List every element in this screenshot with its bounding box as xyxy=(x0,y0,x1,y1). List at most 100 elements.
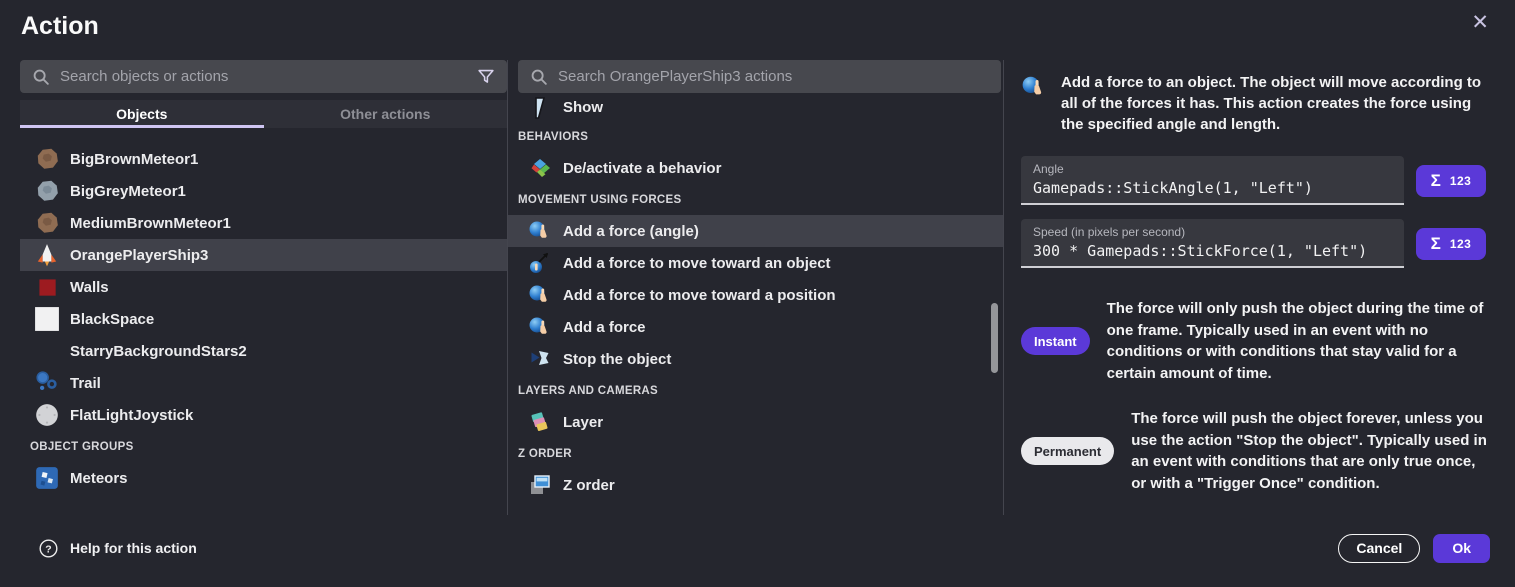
object-item-label: Trail xyxy=(70,375,101,392)
object-item-label: FlatLightJoystick xyxy=(70,407,193,424)
action-item-label: Add a force (angle) xyxy=(563,223,699,240)
joystick-icon xyxy=(34,402,60,428)
meteor-brown-icon xyxy=(34,146,60,172)
speed-field[interactable]: Speed (in pixels per second) 300 * Gamep… xyxy=(1021,219,1404,268)
action-item[interactable]: Add a force (angle) xyxy=(508,215,1003,247)
action-item[interactable]: Z order xyxy=(508,469,1003,501)
action-item[interactable]: Layer xyxy=(508,406,1003,438)
section-header: Z ORDER xyxy=(508,438,1003,469)
speed-field-row: Speed (in pixels per second) 300 * Gamep… xyxy=(1021,219,1495,268)
objects-search-input[interactable] xyxy=(60,68,475,85)
scrollbar-thumb[interactable] xyxy=(991,303,998,373)
panels-container: Objects Other actions BigBrownMeteor1Big… xyxy=(20,60,1495,515)
action-item[interactable]: Show xyxy=(508,94,1003,121)
filter-icon[interactable] xyxy=(475,66,497,88)
trail-icon xyxy=(34,370,60,396)
close-icon[interactable]: ✕ xyxy=(1471,12,1489,33)
permanent-badge: Permanent xyxy=(1021,437,1114,465)
tab-other-actions[interactable]: Other actions xyxy=(264,100,508,128)
object-item-label: MediumBrownMeteor1 xyxy=(70,215,231,232)
help-label: Help for this action xyxy=(70,540,197,556)
tab-objects[interactable]: Objects xyxy=(20,100,264,128)
actions-search-input[interactable] xyxy=(558,68,991,85)
angle-field-label: Angle xyxy=(1033,162,1392,176)
permanent-note-row: Permanent The force will push the object… xyxy=(1021,408,1491,494)
objects-panel: Objects Other actions BigBrownMeteor1Big… xyxy=(20,60,507,515)
rocket-icon xyxy=(34,242,60,268)
actions-panel: ShowBEHAVIORSDe/activate a behaviorMOVEM… xyxy=(507,60,1004,515)
cancel-button[interactable]: Cancel xyxy=(1338,534,1420,563)
action-item-label: Add a force to move toward an object xyxy=(563,255,831,272)
action-item-label: Show xyxy=(563,99,603,116)
action-item[interactable]: Add a force xyxy=(508,311,1003,343)
action-item-label: De/activate a behavior xyxy=(563,160,721,177)
add-force-icon xyxy=(1021,74,1047,100)
object-item-label: Meteors xyxy=(70,470,128,487)
blank-icon xyxy=(34,338,60,364)
action-list: ShowBEHAVIORSDe/activate a behaviorMOVEM… xyxy=(508,94,1003,501)
numbers-icon: 123 xyxy=(1450,174,1472,188)
section-header: BEHAVIORS xyxy=(508,121,1003,152)
behavior-icon xyxy=(528,156,552,180)
section-header: OBJECT GROUPS xyxy=(20,431,507,462)
object-item[interactable]: Meteors xyxy=(20,462,507,494)
actions-search-bar xyxy=(518,60,1001,93)
ok-button[interactable]: Ok xyxy=(1433,534,1490,563)
force-icon xyxy=(528,315,552,339)
svg-text:?: ? xyxy=(45,543,51,555)
search-icon xyxy=(528,66,550,88)
help-link[interactable]: ? Help for this action xyxy=(38,538,197,559)
action-item-label: Add a force xyxy=(563,319,646,336)
dialog-footer: ? Help for this action Cancel Ok xyxy=(0,515,1515,587)
square-white-icon xyxy=(34,306,60,332)
angle-field[interactable]: Angle Gamepads::StickAngle(1, "Left") xyxy=(1021,156,1404,205)
sigma-icon: Σ xyxy=(1431,171,1441,191)
action-item-label: Stop the object xyxy=(563,351,671,368)
object-item[interactable]: FlatLightJoystick xyxy=(20,399,507,431)
object-item[interactable]: BigGreyMeteor1 xyxy=(20,175,507,207)
speed-field-label: Speed (in pixels per second) xyxy=(1033,225,1392,239)
footer-buttons: Cancel Ok xyxy=(1338,534,1490,563)
angle-expression-button[interactable]: Σ 123 xyxy=(1416,165,1486,197)
action-item-label: Z order xyxy=(563,477,615,494)
object-item[interactable]: BlackSpace xyxy=(20,303,507,335)
object-item[interactable]: OrangePlayerShip3 xyxy=(20,239,507,271)
permanent-note-text: The force will push the object forever, … xyxy=(1131,408,1491,494)
angle-field-row: Angle Gamepads::StickAngle(1, "Left") Σ … xyxy=(1021,156,1495,205)
instant-badge: Instant xyxy=(1021,327,1090,355)
active-tab-underline xyxy=(20,125,264,128)
speed-expression-button[interactable]: Σ 123 xyxy=(1416,228,1486,260)
action-dialog: Action ✕ Objects Other actions BigBrownM… xyxy=(0,0,1515,587)
object-item[interactable]: StarryBackgroundStars2 xyxy=(20,335,507,367)
action-item[interactable]: Add a force to move toward a position xyxy=(508,279,1003,311)
action-description-row: Add a force to an object. The object wil… xyxy=(1021,72,1491,135)
object-item[interactable]: MediumBrownMeteor1 xyxy=(20,207,507,239)
object-item-label: StarryBackgroundStars2 xyxy=(70,343,247,360)
object-item-label: BlackSpace xyxy=(70,311,154,328)
force-icon xyxy=(528,219,552,243)
force-toward-object-icon xyxy=(528,251,552,275)
z-order-icon xyxy=(528,473,552,497)
action-item-label: Layer xyxy=(563,414,603,431)
object-item-label: Walls xyxy=(70,279,109,296)
object-item-label: BigGreyMeteor1 xyxy=(70,183,186,200)
object-item[interactable]: BigBrownMeteor1 xyxy=(20,143,507,175)
instant-note-text: The force will only push the object duri… xyxy=(1107,298,1491,384)
object-item-label: BigBrownMeteor1 xyxy=(70,151,198,168)
action-item[interactable]: Stop the object xyxy=(508,343,1003,375)
action-item[interactable]: Add a force to move toward an object xyxy=(508,247,1003,279)
help-icon: ? xyxy=(38,538,59,559)
object-list: BigBrownMeteor1 BigGreyMeteor1 MediumBrown… xyxy=(20,143,507,494)
section-header: LAYERS AND CAMERAS xyxy=(508,375,1003,406)
show-icon xyxy=(528,96,552,120)
dialog-title: Action xyxy=(21,12,99,41)
object-item-label: OrangePlayerShip3 xyxy=(70,247,208,264)
object-item[interactable]: Trail xyxy=(20,367,507,399)
object-item[interactable]: Walls xyxy=(20,271,507,303)
action-item[interactable]: De/activate a behavior xyxy=(508,152,1003,184)
search-icon xyxy=(30,66,52,88)
sigma-icon: Σ xyxy=(1431,234,1441,254)
numbers-icon: 123 xyxy=(1450,237,1472,251)
objects-search-bar xyxy=(20,60,507,93)
objects-tabs: Objects Other actions xyxy=(20,100,507,128)
